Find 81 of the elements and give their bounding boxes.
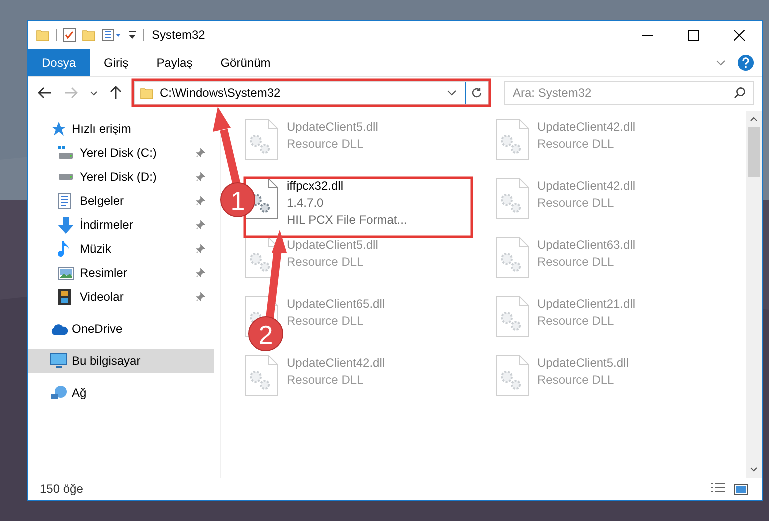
sidebar-item[interactable]: Müzik <box>28 237 214 261</box>
checklist-icon[interactable] <box>63 28 76 42</box>
ribbon-tab[interactable]: Görünüm <box>206 49 285 76</box>
file-detail: Resource DLL <box>287 254 365 271</box>
file-detail: Resource DLL <box>538 254 616 271</box>
maximize-icon <box>688 30 698 40</box>
dropdown-caret-icon[interactable] <box>128 30 137 40</box>
pin-icon[interactable] <box>196 292 206 302</box>
file-gear-icon <box>496 237 530 279</box>
sidebar-item[interactable]: OneDrive <box>28 317 214 341</box>
sidebar-item[interactable]: Belgeler <box>28 189 214 213</box>
pin-icon[interactable] <box>196 172 206 182</box>
pin-icon[interactable] <box>196 268 206 278</box>
network-globe-icon <box>50 385 68 401</box>
image-view-icon[interactable] <box>734 484 748 494</box>
address-bar[interactable]: C:\Windows\System32 <box>134 81 489 105</box>
file-detail: Resource DLL <box>538 195 616 212</box>
sidebar-item[interactable]: Ağ <box>28 381 214 405</box>
file-gear-icon <box>496 355 530 397</box>
pin-icon[interactable] <box>196 148 206 158</box>
ribbon-tab[interactable]: Dosya <box>28 49 90 76</box>
details-view-icon[interactable] <box>710 483 726 495</box>
close-icon <box>734 30 744 40</box>
file-detail: Resource DLL <box>287 372 365 389</box>
file-detail: Resource DLL <box>538 136 616 153</box>
help-icon[interactable] <box>738 54 754 70</box>
file-detail: Resource DLL <box>287 136 365 153</box>
image-icon <box>58 266 74 280</box>
window-title: System32 <box>152 27 206 44</box>
file-gear-icon <box>245 119 279 161</box>
sidebar-item[interactable]: Videolar <box>28 285 214 309</box>
back-arrow-icon[interactable] <box>38 87 52 99</box>
sidebar-item[interactable]: İndirmeler <box>28 213 214 237</box>
search-icon <box>734 87 746 99</box>
folder-icon <box>36 28 50 42</box>
pin-icon[interactable] <box>196 220 206 230</box>
search-field[interactable]: Ara: System32 <box>504 81 754 105</box>
film-icon <box>58 289 71 305</box>
file-gear-icon <box>496 178 530 220</box>
file-detail: Resource DLL <box>287 313 365 330</box>
star-icon <box>50 121 66 137</box>
sidebar-item[interactable]: Bu bilgisayar <box>28 349 214 373</box>
pin-icon[interactable] <box>196 196 206 206</box>
up-arrow-icon[interactable] <box>110 86 122 100</box>
folder-icon <box>140 86 154 100</box>
file-detail: 1.4.7.0 <box>287 195 325 212</box>
ribbon-tab[interactable]: Paylaş <box>142 49 207 76</box>
file-gear-icon <box>496 296 530 338</box>
step-number-badge: 2 <box>248 316 284 352</box>
drive-icon <box>58 173 74 181</box>
cloud-icon <box>50 324 68 334</box>
drive-icon <box>58 146 74 160</box>
file-name[interactable]: iffpcx32.dll <box>287 178 408 195</box>
sidebar-item[interactable]: Yerel Disk (C:) <box>28 141 214 165</box>
scrollbar-thumb[interactable] <box>748 127 760 177</box>
file-gear-icon <box>496 119 530 161</box>
address-path: C:\Windows\System32 <box>160 85 282 102</box>
file-detail: HIL PCX File Format... <box>287 212 408 229</box>
sidebar-item[interactable]: Resimler <box>28 261 214 285</box>
item-count: 150 öğe <box>40 481 84 498</box>
pin-icon[interactable] <box>196 244 206 254</box>
chevron-down-icon[interactable] <box>90 90 98 96</box>
document-icon <box>58 193 71 209</box>
file-gear-icon <box>245 355 279 397</box>
sidebar-item[interactable]: Yerel Disk (D:) <box>28 165 214 189</box>
chevron-down-icon[interactable] <box>447 90 457 96</box>
chevron-down-icon[interactable] <box>750 467 758 472</box>
new-folder-icon <box>82 28 96 42</box>
download-arrow-icon <box>58 216 74 234</box>
scrollbar[interactable] <box>746 111 762 478</box>
monitor-icon <box>50 353 68 369</box>
chevron-down-icon[interactable] <box>716 60 726 66</box>
sidebar-item[interactable]: Hızlı erişim <box>28 117 214 141</box>
music-note-icon <box>58 241 70 257</box>
ribbon-tab[interactable]: Giriş <box>90 49 143 76</box>
refresh-icon[interactable] <box>471 87 483 99</box>
properties-icon[interactable] <box>102 29 122 41</box>
file-detail: Resource DLL <box>538 372 616 389</box>
file-detail: Resource DLL <box>538 313 616 330</box>
step-number-badge: 1 <box>220 182 256 218</box>
chevron-up-icon[interactable] <box>750 117 758 122</box>
